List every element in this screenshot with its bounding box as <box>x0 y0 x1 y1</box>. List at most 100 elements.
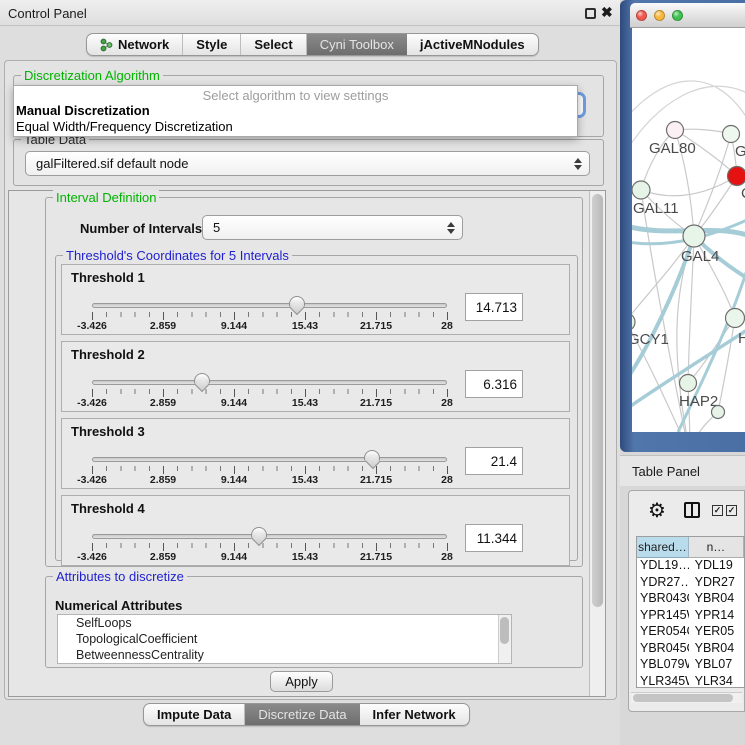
cell-name[interactable]: YER05 <box>689 624 744 641</box>
numerical-attributes-list[interactable]: SelfLoopsTopologicalCoefficientBetweenne… <box>57 614 512 664</box>
threshold-3-slider[interactable]: -3.4262.8599.14415.4321.71528 <box>92 419 447 490</box>
column-header-shared-name[interactable]: shared… <box>637 537 689 558</box>
network-node[interactable] <box>632 313 635 331</box>
threshold-2-value-field[interactable]: 6.316 <box>465 370 523 398</box>
tab-infer-network[interactable]: Infer Network <box>360 704 469 725</box>
threshold-1-value-field[interactable]: 14.713 <box>465 293 523 321</box>
network-node[interactable] <box>632 181 650 199</box>
table-data-combo[interactable]: galFiltered.sif default node <box>25 151 590 176</box>
menu-item-manual-discretization[interactable]: Manual Discretization <box>14 103 577 119</box>
cell-name[interactable]: YDL19 <box>689 558 744 575</box>
tick-label: -3.426 <box>77 551 107 563</box>
number-of-intervals-combo[interactable]: 5 <box>202 215 463 240</box>
network-node[interactable] <box>680 375 697 392</box>
cell-shared-name[interactable]: YER054C <box>637 624 689 641</box>
threshold-2-slider[interactable]: -3.4262.8599.14415.4321.71528 <box>92 342 447 413</box>
tab-cyni-toolbox[interactable]: Cyni Toolbox <box>307 34 407 55</box>
mac-zoom-button[interactable] <box>672 10 683 21</box>
table-row[interactable]: YER054CYER05 <box>637 624 744 641</box>
network-node[interactable] <box>683 225 705 247</box>
mac-close-button[interactable] <box>636 10 647 21</box>
slider-thumb[interactable] <box>364 450 380 461</box>
attribute-list-item[interactable]: TopologicalCoefficient <box>58 631 511 647</box>
slider-thumb[interactable] <box>251 527 267 538</box>
table-row[interactable]: YDL19…YDL19 <box>637 558 744 575</box>
checkbox-icon[interactable]: ✓ <box>726 505 737 516</box>
threshold-1-slider[interactable]: -3.4262.8599.14415.4321.71528 <box>92 265 447 336</box>
table-row[interactable]: YPR145WYPR14 <box>637 608 744 625</box>
network-node[interactable] <box>712 406 725 419</box>
gear-icon[interactable]: ⚙ <box>648 498 666 523</box>
apply-button[interactable]: Apply <box>270 671 333 692</box>
tick-label: 15.43 <box>292 397 318 409</box>
thresholds-group: Threshold's Coordinates for 5 Intervals … <box>55 255 578 561</box>
attributes-list-scrollbar-thumb[interactable] <box>500 617 509 644</box>
tab-style[interactable]: Style <box>183 34 241 55</box>
table-row[interactable]: YBR045CYBR04 <box>637 641 744 658</box>
network-node[interactable] <box>728 167 745 186</box>
network-node[interactable] <box>667 122 684 139</box>
slider-track[interactable] <box>92 534 447 539</box>
node-label: GA <box>735 143 745 160</box>
table-row[interactable]: YBR043CYBR04 <box>637 591 744 608</box>
vertical-scrollbar-thumb[interactable] <box>592 194 603 607</box>
cell-name[interactable]: YDR27 <box>689 575 744 592</box>
tick-label: 28 <box>441 320 453 332</box>
tick-label: 2.859 <box>150 320 176 332</box>
checkbox-icon[interactable]: ✓ <box>712 505 723 516</box>
float-window-icon[interactable] <box>585 8 596 19</box>
table-horizontal-scrollbar-thumb[interactable] <box>633 694 733 702</box>
tick-label: 15.43 <box>292 474 318 486</box>
cell-shared-name[interactable]: YBR045C <box>637 641 689 658</box>
network-edge[interactable] <box>694 134 731 236</box>
slider-track[interactable] <box>92 457 447 462</box>
slider-thumb[interactable] <box>289 296 305 307</box>
network-edge[interactable] <box>718 318 735 412</box>
network-edge[interactable] <box>688 318 735 383</box>
node-label: GCY1 <box>632 331 669 348</box>
threshold-4-slider[interactable]: -3.4262.8599.14415.4321.71528 <box>92 496 447 567</box>
cell-name[interactable]: YBR04 <box>689 641 744 658</box>
slider-thumb[interactable] <box>194 373 210 384</box>
tab-impute-data[interactable]: Impute Data <box>144 704 245 725</box>
slider-major-ticks <box>92 466 448 474</box>
cell-name[interactable]: YPR14 <box>689 608 744 625</box>
cell-shared-name[interactable]: YLR345W <box>637 674 689 689</box>
columns-icon[interactable] <box>684 502 700 518</box>
tab-network[interactable]: Network <box>87 34 183 55</box>
attribute-list-item[interactable]: BetweennessCentrality <box>58 647 511 663</box>
table-row[interactable]: YDR27…YDR27 <box>637 575 744 592</box>
node-label: GAL4 <box>681 248 719 265</box>
mac-minimize-button[interactable] <box>654 10 665 21</box>
cyni-bottom-tabs: Impute Data Discretize Data Infer Networ… <box>143 703 470 726</box>
threshold-3-value-field[interactable]: 21.4 <box>465 447 523 475</box>
network-window-titlebar[interactable] <box>630 3 745 28</box>
menu-item-equal-width-frequency[interactable]: Equal Width/Frequency Discretization <box>14 119 577 135</box>
cell-shared-name[interactable]: YBR043C <box>637 591 689 608</box>
tick-label: 2.859 <box>150 397 176 409</box>
cell-shared-name[interactable]: YBL079W <box>637 657 689 674</box>
slider-track[interactable] <box>92 303 447 308</box>
tab-discretize-data[interactable]: Discretize Data <box>245 704 359 725</box>
network-node[interactable] <box>726 309 745 328</box>
cell-shared-name[interactable]: YDR27… <box>637 575 689 592</box>
threshold-4-value-field[interactable]: 11.344 <box>465 524 523 552</box>
attribute-list-item[interactable]: SelfLoops <box>58 615 511 631</box>
network-view-canvas[interactable]: GAL80GACGAL11GAL4GCY1HHAP2 <box>632 28 745 432</box>
column-header-name[interactable]: n… <box>689 537 744 558</box>
slider-scale-labels: -3.4262.8599.14415.4321.71528 <box>92 551 447 564</box>
network-edge[interactable] <box>641 130 675 190</box>
slider-track[interactable] <box>92 380 447 385</box>
table-row[interactable]: YLR345WYLR34 <box>637 674 744 689</box>
cell-shared-name[interactable]: YPR145W <box>637 608 689 625</box>
cell-name[interactable]: YLR34 <box>689 674 744 689</box>
cell-name[interactable]: YBL07 <box>689 657 744 674</box>
table-row[interactable]: YBL079WYBL07 <box>637 657 744 674</box>
network-node[interactable] <box>723 126 740 143</box>
cell-name[interactable]: YBR04 <box>689 591 744 608</box>
node-attribute-table[interactable]: shared… n… YDL19…YDL19YDR27…YDR27YBR043C… <box>636 536 745 688</box>
close-icon[interactable]: ✖ <box>601 4 613 21</box>
tab-jactivemnodules[interactable]: jActiveMNodules <box>407 34 538 55</box>
tab-select[interactable]: Select <box>241 34 306 55</box>
cell-shared-name[interactable]: YDL19… <box>637 558 689 575</box>
